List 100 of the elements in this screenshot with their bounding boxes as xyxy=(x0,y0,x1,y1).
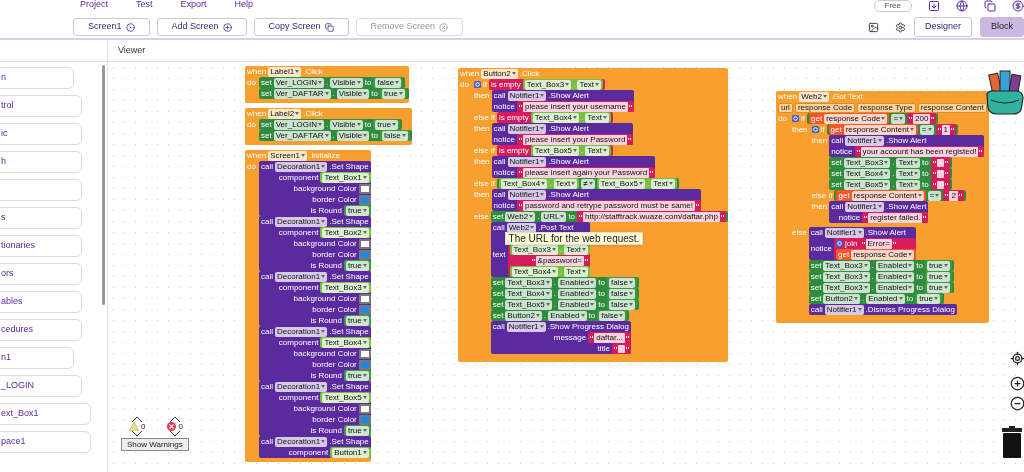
dropdown-field[interactable]: = xyxy=(927,190,942,201)
method-call-block[interactable]: call Decoration1 .Set Shape component Text_Box5 background Color border Color is Round true xyxy=(259,381,371,436)
dropdown-field[interactable]: Visible xyxy=(336,130,370,141)
dropdown-field[interactable]: Enabled xyxy=(557,277,597,288)
dropdown-field[interactable]: Notifier1 xyxy=(845,135,884,146)
setter-block[interactable]: set Ver_DAFTAR . Visible to false xyxy=(259,130,412,141)
sidebar-item[interactable]: tionaries xyxy=(0,235,82,257)
settings-icon[interactable] xyxy=(894,21,906,33)
dropdown-field[interactable]: Enabled xyxy=(875,260,915,271)
dropdown-field[interactable]: Text_Box3 xyxy=(843,157,891,168)
dropdown-field[interactable]: Enabled xyxy=(875,271,915,282)
method-call-block[interactable]: call Decoration1 .Set Shape component Text_Box2 background Color border Color is Round true xyxy=(259,216,371,271)
dropdown-field[interactable]: Decoration1 xyxy=(275,436,328,447)
color-block[interactable] xyxy=(358,403,371,414)
text-block[interactable] xyxy=(930,157,950,168)
dropdown-field[interactable]: Text_Box4 xyxy=(322,337,369,348)
dropdown-field[interactable]: Label1 xyxy=(268,66,302,77)
dropdown-field[interactable]: Decoration1 xyxy=(275,161,328,172)
dropdown-field[interactable]: Visible xyxy=(330,119,363,130)
zoom-in-icon[interactable] xyxy=(1010,376,1024,391)
trash-icon[interactable] xyxy=(1001,426,1023,458)
join-block[interactable]: join Error= get response Code xyxy=(834,238,917,260)
menu-item[interactable]: Test xyxy=(136,0,153,9)
text-block[interactable]: &password= xyxy=(529,255,590,266)
dropdown-field[interactable]: Ver_DAFTAR xyxy=(273,88,331,99)
sidebar-item[interactable]: ables xyxy=(0,291,82,313)
parameter-chip[interactable]: response Content xyxy=(917,102,987,113)
dropdown-field[interactable]: false xyxy=(381,130,408,141)
sidebar-item[interactable]: s xyxy=(0,207,82,229)
property-getter-block[interactable]: Text_Box4 . Text xyxy=(498,178,580,189)
image-icon[interactable] xyxy=(867,21,879,33)
method-call-block[interactable]: call Notifier1 .Dismiss Progress Dialog xyxy=(808,304,957,315)
variable-getter-block[interactable]: get response Code xyxy=(809,113,890,124)
dropdown-field[interactable]: Decoration1 xyxy=(275,216,328,227)
dropdown-field[interactable]: Text_Box5 xyxy=(322,392,369,403)
dropdown-field[interactable]: false xyxy=(609,299,635,310)
dropdown-field[interactable]: Decoration1 xyxy=(275,326,328,337)
dropdown-field[interactable]: Text_Box2 xyxy=(322,227,369,238)
menu-item[interactable]: Project xyxy=(80,0,108,9)
menu-item[interactable]: Help xyxy=(234,0,254,9)
dropdown-field[interactable]: Web2 xyxy=(506,222,537,233)
dropdown-field[interactable]: Text_Box3 xyxy=(322,282,369,293)
globe-icon[interactable] xyxy=(956,0,968,12)
setter-block[interactable]: set Text_Box5 . Text to xyxy=(829,179,952,190)
dropdown-field[interactable]: Text_Box3 xyxy=(823,260,870,271)
sidebar-item[interactable]: n1 xyxy=(0,347,74,369)
gear-icon[interactable] xyxy=(474,81,481,88)
setter-block[interactable]: set Text_Box3 . Text to xyxy=(829,157,952,168)
dropdown-field[interactable]: false xyxy=(609,288,635,299)
text-block[interactable]: 2 xyxy=(943,190,964,201)
dropdown-field[interactable]: Enabled xyxy=(875,282,915,293)
text-value-field[interactable]: &password= xyxy=(535,255,584,266)
event-block[interactable]: when Label1 .Click do set Ver_LOGIN . Visible to false set Ver_DAFTAR . Visible to true xyxy=(245,66,409,103)
dropdown-field[interactable]: Text_Box5 xyxy=(532,145,580,156)
dropdown-field[interactable]: Text xyxy=(651,178,675,189)
dropdown-field[interactable]: Notifier1 xyxy=(824,227,864,238)
text-value-field[interactable]: 2 xyxy=(949,190,958,201)
dropdown-field[interactable]: Notifier1 xyxy=(507,189,547,200)
property-getter-block[interactable]: Text_Box5 . Text xyxy=(530,145,611,156)
dropdown-field[interactable]: = xyxy=(891,113,906,124)
dropdown-field[interactable]: Text xyxy=(896,157,921,168)
dropdown-field[interactable]: Notifier1 xyxy=(824,304,864,315)
dropdown-field[interactable]: true xyxy=(345,205,369,216)
text-block[interactable]: 200 xyxy=(907,113,937,124)
text-value-field[interactable]: register failed. xyxy=(868,212,923,223)
dropdown-field[interactable]: Label2 xyxy=(268,108,302,119)
dropdown-field[interactable]: Button1 xyxy=(332,447,369,458)
dropdown-field[interactable]: Enabled xyxy=(557,299,597,310)
dropdown-field[interactable]: Visible xyxy=(336,88,370,99)
dropdown-field[interactable]: Text xyxy=(564,244,588,255)
event-block[interactable] xyxy=(245,150,371,462)
dropdown-field[interactable]: Text xyxy=(896,179,921,190)
dropdown-field[interactable]: false xyxy=(375,77,402,88)
setter-block[interactable]: set Button2 . Enabled to true xyxy=(808,293,944,304)
property-getter-block[interactable]: Text_Box4 . Text xyxy=(530,112,611,123)
dropdown-field[interactable]: true xyxy=(345,425,369,436)
dropdown-field[interactable]: Text_Box5 xyxy=(505,299,552,310)
sidebar-item[interactable]: ors xyxy=(0,263,82,285)
method-call-block[interactable]: call Decoration1 .Set Shape component Text_Box4 background Color border Color is Round true xyxy=(259,326,371,381)
text-block[interactable]: Error= xyxy=(859,238,898,249)
setter-block[interactable]: set Ver_DAFTAR . Visible to true xyxy=(259,88,409,99)
dropdown-field[interactable]: response Code xyxy=(824,113,888,124)
backpack-drawing[interactable] xyxy=(985,70,1024,116)
editor-tab[interactable]: Designer xyxy=(913,17,972,37)
method-call-block[interactable]: call Notifier1 .Show Alert notice password and retrype password must be same! xyxy=(491,189,701,211)
dropdown-field[interactable]: response Content xyxy=(843,124,916,135)
event-block[interactable] xyxy=(776,91,989,323)
dropdown-field[interactable]: Notifier1 xyxy=(845,201,884,212)
dropdown-field[interactable]: true xyxy=(375,119,399,130)
compare-block[interactable]: get response Code = 200 xyxy=(807,113,939,124)
dollar-icon[interactable] xyxy=(1012,0,1024,12)
method-call-block[interactable]: call Decoration1 .Set Shape component Button1 xyxy=(259,436,371,458)
property-getter-block[interactable]: Text_Box4 . Text xyxy=(509,266,590,277)
dropdown-field[interactable]: Text xyxy=(585,145,609,156)
sidebar-item[interactable]: h xyxy=(0,151,82,173)
dropdown-field[interactable]: Notifier1 xyxy=(506,321,546,332)
method-call-block[interactable]: call Notifier1 .Show Alert notice register failed. xyxy=(829,201,929,223)
dropdown-field[interactable]: true xyxy=(917,293,940,304)
color-block[interactable] xyxy=(358,414,371,425)
setter-block[interactable]: set Web2 . URL to http://stafftrack.wuaze.com/daftar.php xyxy=(490,211,728,222)
